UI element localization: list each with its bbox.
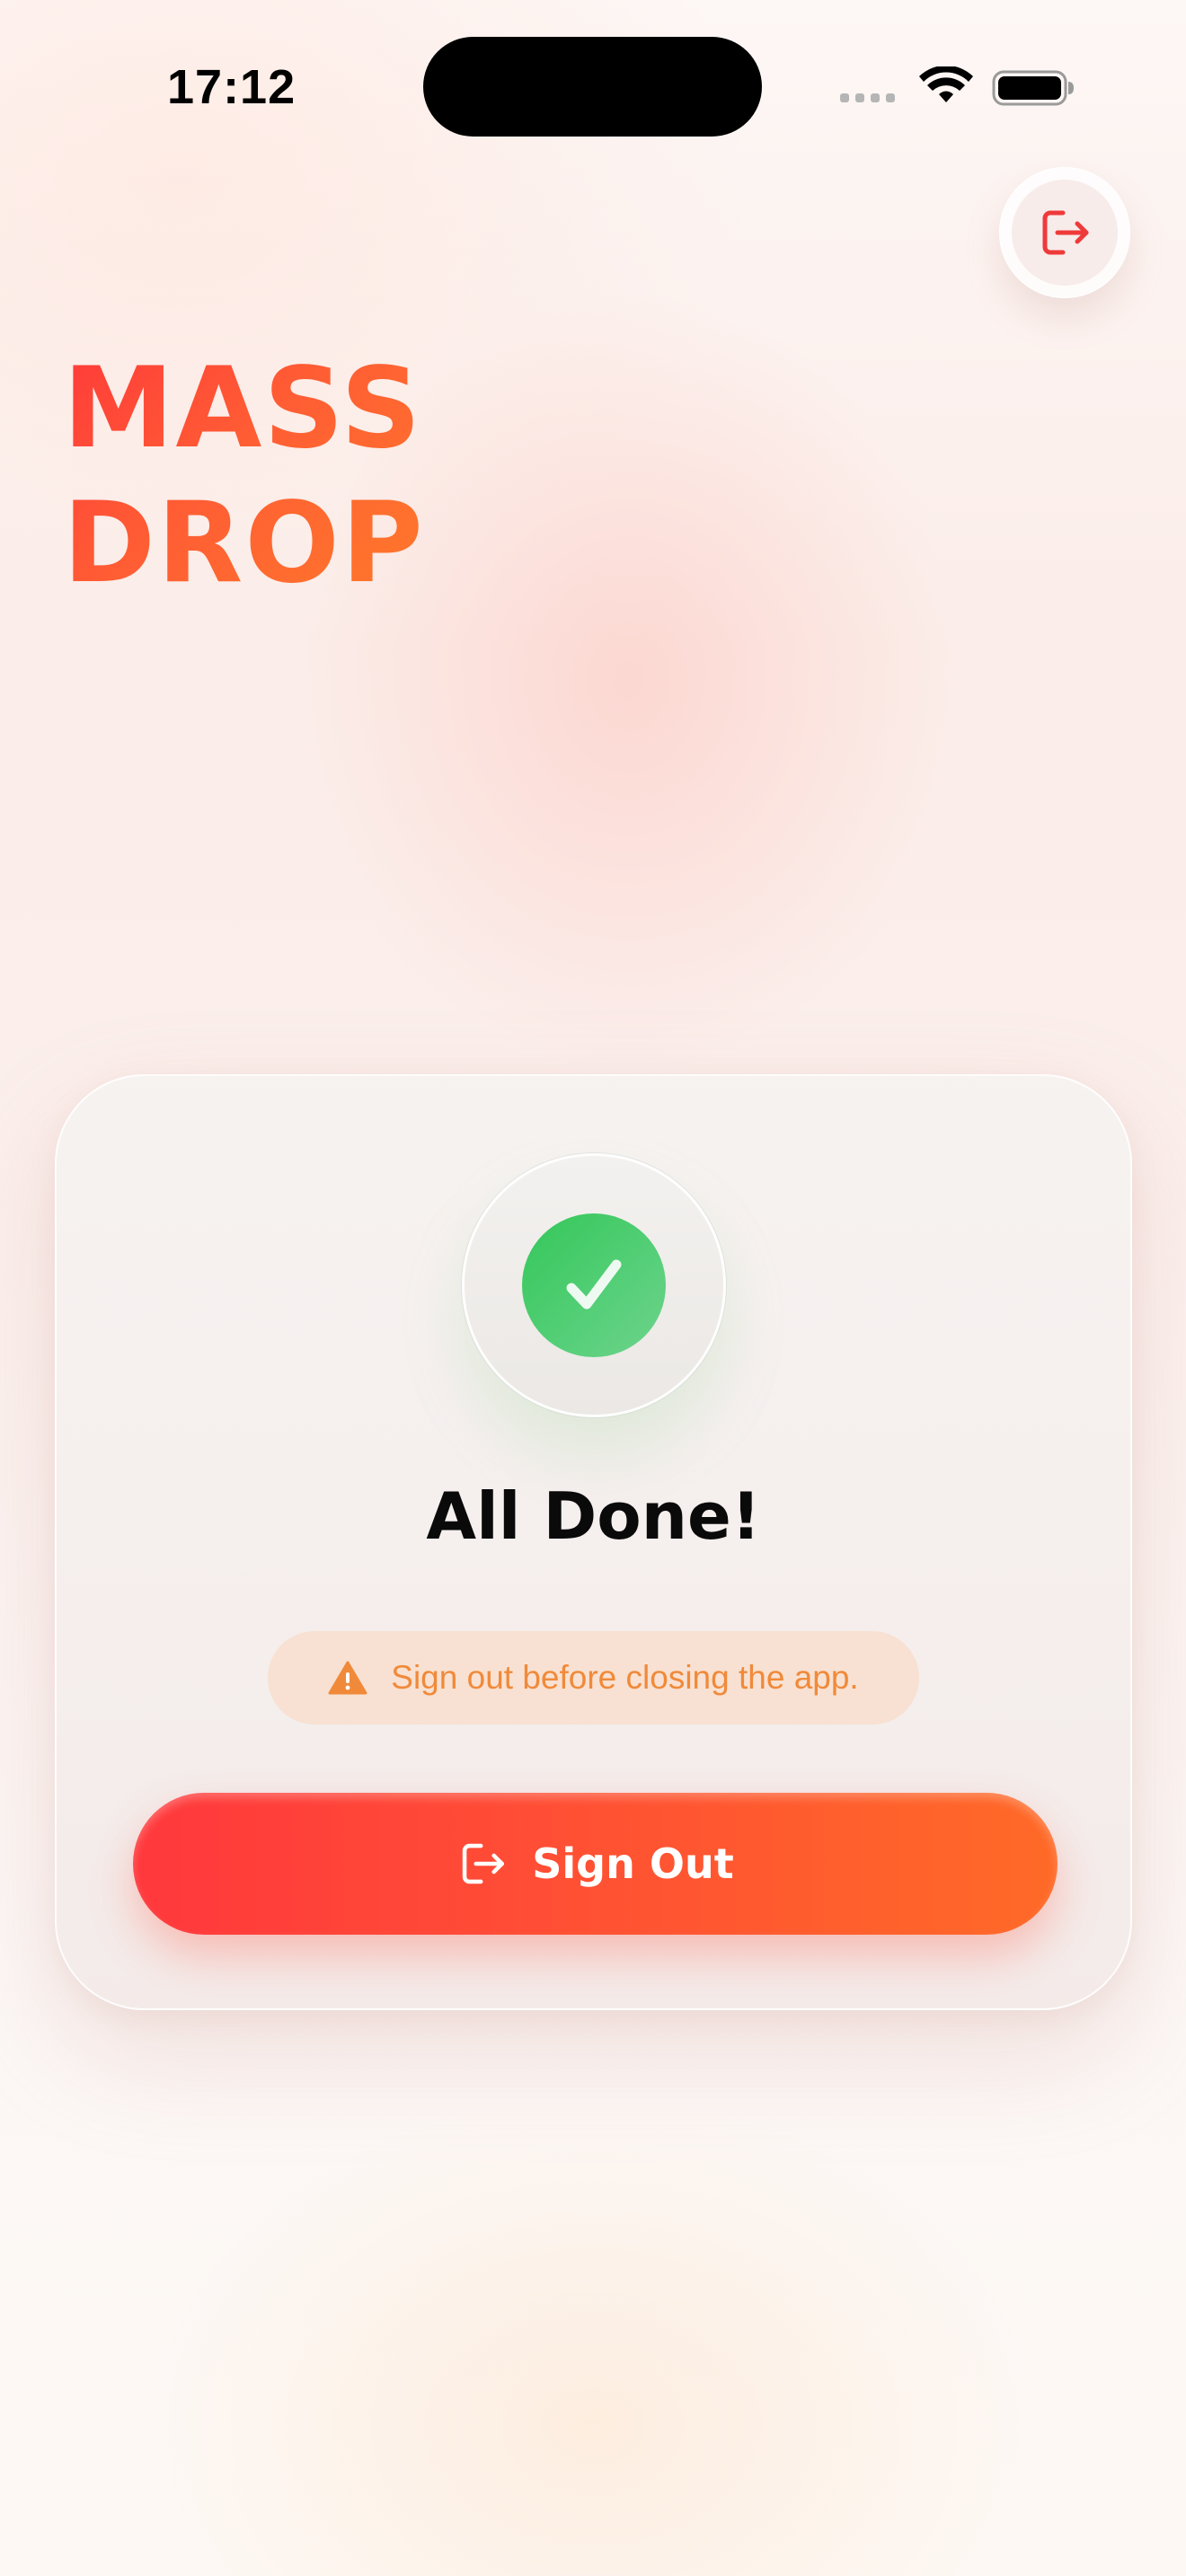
logo-line-1: MASS xyxy=(63,344,423,473)
warning-triangle-icon xyxy=(328,1661,367,1695)
top-sign-out-button-inner xyxy=(1012,180,1118,286)
sign-out-icon xyxy=(463,1843,505,1884)
app-logo: MASS DROP xyxy=(63,341,425,611)
wifi-icon xyxy=(919,66,973,102)
battery-icon xyxy=(992,70,1074,106)
success-circle xyxy=(522,1213,666,1357)
top-sign-out-button[interactable] xyxy=(999,167,1130,298)
status-bar: 17:12 xyxy=(0,0,1186,162)
completion-card: All Done! Sign out before closing the ap… xyxy=(55,1074,1132,2010)
logo-line-2: DROP xyxy=(63,479,425,608)
dynamic-island xyxy=(423,37,762,137)
success-badge xyxy=(462,1153,726,1417)
status-time: 17:12 xyxy=(167,60,296,114)
warning-banner: Sign out before closing the app. xyxy=(268,1631,919,1725)
cellular-signal-icon xyxy=(840,93,895,102)
sign-out-label: Sign Out xyxy=(532,1839,734,1888)
checkmark-icon xyxy=(566,1259,622,1310)
warning-text: Sign out before closing the app. xyxy=(391,1659,859,1696)
sign-out-button[interactable]: Sign Out xyxy=(133,1793,1058,1935)
sign-out-icon xyxy=(1042,210,1089,255)
completion-title: All Done! xyxy=(426,1478,761,1554)
